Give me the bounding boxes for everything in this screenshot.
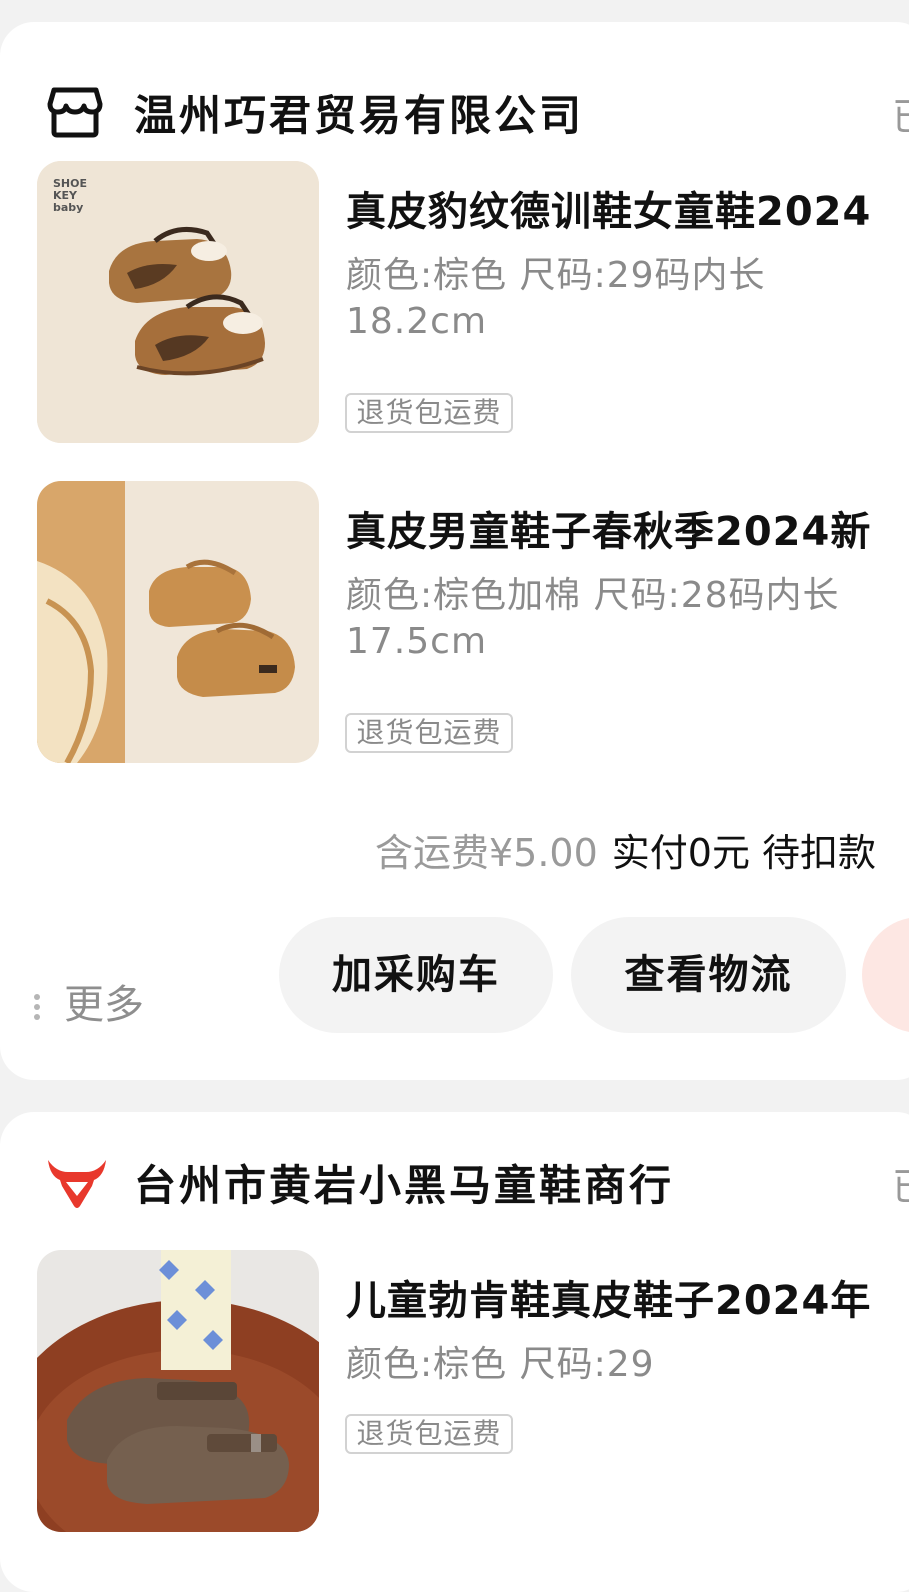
product-image[interactable] <box>37 481 319 763</box>
order-summary: 含运费¥5.00 实付0元 待扣款 <box>375 822 876 877</box>
shipping-fee: 含运费¥5.00 <box>375 831 598 875</box>
order-status: 已 <box>892 86 909 141</box>
order-status: 已 <box>892 1156 909 1211</box>
return-shipping-tag: 退货包运费 <box>345 1414 513 1454</box>
view-logistics-button[interactable]: 查看物流 <box>571 917 846 1033</box>
product-title: 儿童勃肯鞋真皮鞋子2024年 <box>346 1278 872 1324</box>
product-title: 真皮豹纹德训鞋女童鞋2024 <box>346 189 872 235</box>
more-button[interactable]: 更多 <box>34 972 144 1028</box>
primary-action-button[interactable] <box>862 917 909 1033</box>
shop-name: 台州市黄岩小黑马童鞋商行 <box>134 1161 675 1210</box>
order-item[interactable]: 真皮男童鞋子春秋季2024新 颜色:棕色加棉 尺码:28码内长17.5cm 退货… <box>0 481 909 765</box>
shop-header[interactable]: 台州市黄岩小黑马童鞋商行 已 <box>0 1140 909 1220</box>
bull-logo-icon <box>46 1156 106 1208</box>
product-image[interactable] <box>37 1250 319 1532</box>
more-label: 更多 <box>64 982 144 1028</box>
product-spec: 颜色:棕色 尺码:29 <box>346 1344 655 1385</box>
add-to-cart-button[interactable]: 加采购车 <box>279 917 553 1033</box>
return-shipping-tag: 退货包运费 <box>345 713 513 753</box>
product-spec: 颜色:棕色 尺码:29码内长18.2cm <box>346 255 766 342</box>
return-shipping-tag: 退货包运费 <box>345 393 513 433</box>
product-spec: 颜色:棕色加棉 尺码:28码内长17.5cm <box>346 575 840 662</box>
shop-name: 温州巧君贸易有限公司 <box>134 91 585 140</box>
order-item[interactable]: SHOE KEY baby 真皮豹纹德训鞋女童鞋2024 颜色:棕色 尺码:29… <box>0 161 909 445</box>
order-card: 温州巧君贸易有限公司 已 SHOE KEY baby <box>0 22 909 1080</box>
store-icon <box>46 86 104 138</box>
product-title: 真皮男童鞋子春秋季2024新 <box>346 509 872 555</box>
paid-amount: 实付0元 待扣款 <box>611 831 877 875</box>
svg-text:baby: baby <box>53 201 83 214</box>
product-image[interactable]: SHOE KEY baby <box>37 161 319 443</box>
order-item[interactable]: 儿童勃肯鞋真皮鞋子2024年 颜色:棕色 尺码:29 退货包运费 <box>0 1250 909 1534</box>
order-card: 台州市黄岩小黑马童鞋商行 已 儿童勃肯鞋真皮鞋子2024年 颜色:棕色 尺码:2… <box>0 1112 909 1592</box>
shop-header[interactable]: 温州巧君贸易有限公司 已 <box>0 70 909 150</box>
more-dots-icon <box>34 990 44 1024</box>
